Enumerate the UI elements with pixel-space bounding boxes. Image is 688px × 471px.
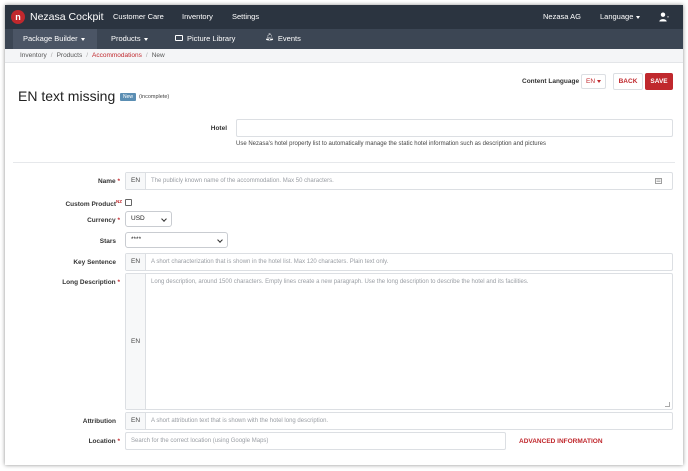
long-description-textarea[interactable]: EN Long description, around 1500 charact… xyxy=(125,273,673,410)
breadcrumb-separator: / xyxy=(50,52,53,59)
key-sentence-label: Key Sentence xyxy=(73,259,116,266)
key-sentence-field[interactable]: EN A short characterization that is show… xyxy=(125,253,673,271)
nav-language-label: Language xyxy=(600,12,634,21)
nav-inventory[interactable]: Inventory xyxy=(182,12,213,22)
attribution-placeholder: A short attribution text that is shown w… xyxy=(151,418,329,424)
key-sentence-language-prefix: EN xyxy=(126,254,146,270)
top-navbar: n Nezasa Cockpit Customer Care Inventory… xyxy=(5,5,683,29)
user-icon[interactable] xyxy=(659,12,669,22)
long-description-language-prefix: EN xyxy=(126,274,146,409)
required-marker: * xyxy=(117,217,120,224)
name-label: Name * xyxy=(35,177,120,186)
name-field[interactable]: EN The publicly known name of the accomm… xyxy=(125,172,673,190)
location-placeholder: Search for the correct location (using G… xyxy=(131,438,269,444)
nav-settings[interactable]: Settings xyxy=(232,12,259,22)
currency-select[interactable]: USD xyxy=(125,211,172,227)
key-sentence-placeholder: A short characterization that is shown i… xyxy=(151,259,389,265)
back-button[interactable]: BACK xyxy=(613,73,643,90)
long-description-label-text: Long Description xyxy=(62,279,116,286)
long-description-placeholder: Long description, around 1500 characters… xyxy=(151,279,529,285)
divider xyxy=(13,162,675,163)
chevron-down-icon xyxy=(597,79,602,83)
app-window: n Nezasa Cockpit Customer Care Inventory… xyxy=(5,5,683,465)
breadcrumb-inventory[interactable]: Inventory xyxy=(20,52,47,59)
location-label-text: Location xyxy=(88,438,116,445)
advanced-information-link[interactable]: ADVANCED INFORMATION xyxy=(519,437,603,446)
content-language-label: Content Language xyxy=(522,78,580,85)
required-marker: * xyxy=(117,178,120,185)
subnav-package-builder-label: Package Builder xyxy=(23,34,78,43)
attribution-label: Attribution xyxy=(82,418,116,425)
page-title: EN text missing xyxy=(18,88,116,104)
location-search-input[interactable]: Search for the correct location (using G… xyxy=(125,432,506,450)
subnav-package-builder[interactable]: Package Builder xyxy=(13,29,97,49)
stars-label: Stars xyxy=(99,238,116,245)
breadcrumb-separator: / xyxy=(86,52,89,59)
subnav-products[interactable]: Products xyxy=(101,29,158,49)
picture-icon xyxy=(175,35,183,42)
character-counter-icon[interactable] xyxy=(655,178,662,184)
resize-handle-icon[interactable] xyxy=(665,402,670,407)
nav-customer-care[interactable]: Customer Care xyxy=(113,12,164,22)
subnav-events-label: Events xyxy=(277,34,301,43)
chevron-down-icon xyxy=(217,237,223,243)
attribution-field[interactable]: EN A short attribution text that is show… xyxy=(125,412,673,430)
breadcrumb-current: New xyxy=(151,52,165,59)
content-language-select[interactable]: EN xyxy=(581,74,606,89)
status-text: (incomplete) xyxy=(139,94,170,100)
sub-navbar: Package Builder Products Picture Library… xyxy=(5,29,683,49)
name-placeholder: The publicly known name of the accommoda… xyxy=(151,178,334,184)
custom-product-label: Custom ProductNZ xyxy=(35,197,122,209)
attribution-language-prefix: EN xyxy=(126,413,146,429)
chevron-down-icon xyxy=(161,216,167,222)
nav-language-dropdown[interactable]: Language xyxy=(600,12,641,22)
status-badge: New xyxy=(120,93,137,101)
hotel-input[interactable] xyxy=(236,119,673,137)
custom-product-sup: NZ xyxy=(116,199,122,204)
custom-product-checkbox[interactable] xyxy=(125,199,132,206)
content-language-value: EN xyxy=(586,78,596,85)
save-button[interactable]: SAVE xyxy=(645,73,673,90)
subnav-events[interactable]: 🔔︎ Events xyxy=(255,29,311,49)
nav-company[interactable]: Nezasa AG xyxy=(543,12,581,22)
subnav-picture-library-label: Picture Library xyxy=(187,34,236,43)
bell-icon: 🔔︎ xyxy=(265,34,274,42)
name-language-prefix: EN xyxy=(126,173,146,189)
subnav-products-label: Products xyxy=(111,34,141,43)
brand-title[interactable]: Nezasa Cockpit xyxy=(30,10,104,24)
required-marker: * xyxy=(117,438,120,445)
breadcrumb-separator: / xyxy=(145,52,148,59)
chevron-down-icon xyxy=(143,37,148,41)
breadcrumb-accommodations[interactable]: Accommodations xyxy=(92,52,142,59)
hotel-help-text: Use Nezasa's hotel property list to auto… xyxy=(236,141,546,147)
custom-product-label-text: Custom Product xyxy=(65,201,116,209)
long-description-label: Long Description * xyxy=(35,278,120,287)
hotel-label: Hotel xyxy=(210,125,227,132)
chevron-down-icon xyxy=(80,37,85,41)
location-label: Location * xyxy=(35,437,120,446)
required-marker: * xyxy=(117,279,120,286)
stars-value: **** xyxy=(131,236,142,243)
chevron-down-icon xyxy=(636,15,641,19)
subnav-picture-library[interactable]: Picture Library xyxy=(165,29,245,49)
currency-value: USD xyxy=(131,215,145,222)
breadcrumb: Inventory / Products / Accommodations / New xyxy=(5,49,683,63)
stars-select[interactable]: **** xyxy=(125,232,228,248)
breadcrumb-products[interactable]: Products xyxy=(57,52,83,59)
name-label-text: Name xyxy=(97,178,116,185)
currency-label: Currency * xyxy=(35,216,120,225)
nezasa-logo-icon[interactable]: n xyxy=(11,10,25,24)
currency-label-text: Currency xyxy=(87,217,116,224)
